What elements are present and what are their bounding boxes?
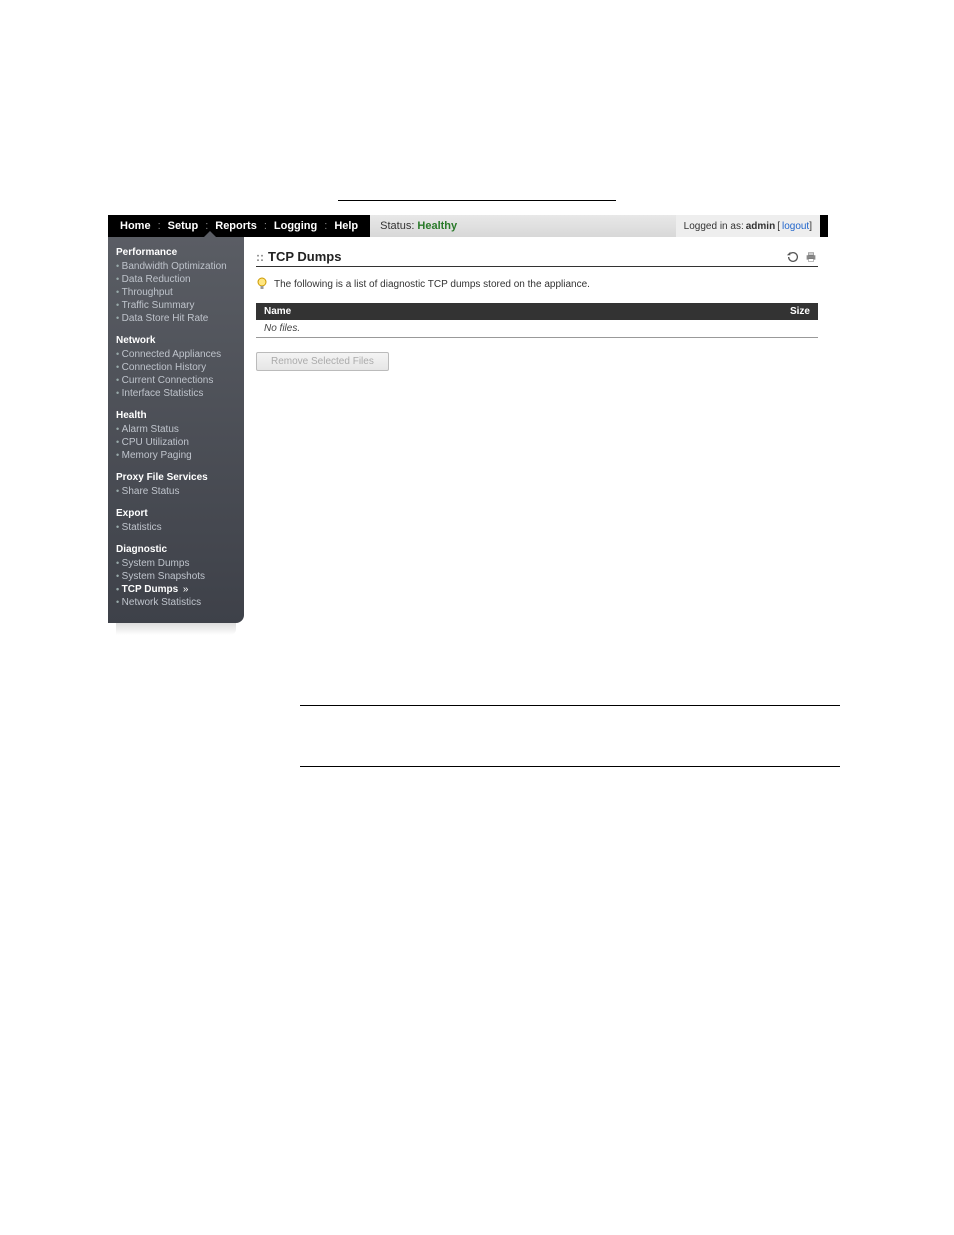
sidebar-item-network-statistics[interactable]: Network Statistics [116, 596, 236, 609]
sidebar-item-throughput[interactable]: Throughput [116, 286, 236, 299]
status-value: Healthy [417, 220, 457, 232]
nav-sep: : [261, 220, 270, 232]
sidebar-item-alarm-status[interactable]: Alarm Status [116, 423, 236, 436]
sidebar-item-current-connections[interactable]: Current Connections [116, 374, 236, 387]
sidebar-item-interface-statistics[interactable]: Interface Statistics [116, 387, 236, 400]
sidebar-section-network: Network [116, 335, 236, 346]
table-header-size[interactable]: Size [563, 303, 818, 320]
main-content: :: TCP Dumps The follo [244, 237, 828, 635]
sidebar-item-system-dumps[interactable]: System Dumps [116, 557, 236, 570]
nav-setup[interactable]: Setup [164, 220, 203, 232]
hint-row: The following is a list of diagnostic TC… [256, 277, 818, 291]
lower-divider-1 [300, 705, 840, 706]
status-bar: Status: Healthy [370, 215, 676, 237]
refresh-icon[interactable] [786, 250, 800, 264]
sidebar-item-connection-history[interactable]: Connection History [116, 361, 236, 374]
login-status: Logged in as: admin [logout] [676, 215, 820, 237]
status-label: Status: [380, 220, 414, 232]
logout-link[interactable]: logout [782, 221, 809, 232]
dump-files-table: Name Size No files. [256, 303, 818, 338]
page-title-row: :: TCP Dumps [256, 249, 818, 267]
lower-divider-2 [300, 766, 840, 767]
login-prefix: Logged in as: [684, 221, 744, 232]
page-title: TCP Dumps [268, 249, 341, 264]
sidebar-item-memory-paging[interactable]: Memory Paging [116, 449, 236, 462]
nav-sep: : [155, 220, 164, 232]
sidebar-shadow [116, 623, 236, 635]
sidebar-item-share-status[interactable]: Share Status [116, 485, 236, 498]
sidebar-item-data-reduction[interactable]: Data Reduction [116, 273, 236, 286]
active-indicator-icon: » [180, 584, 188, 595]
page-title-prefix: :: [256, 250, 264, 264]
sidebar-item-bandwidth-optimization[interactable]: Bandwidth Optimization [116, 260, 236, 273]
remove-selected-files-button: Remove Selected Files [256, 352, 389, 371]
print-icon[interactable] [804, 250, 818, 264]
sidebar-section-export: Export [116, 508, 236, 519]
hint-text: The following is a list of diagnostic TC… [274, 279, 590, 290]
sidebar-section-health: Health [116, 410, 236, 421]
top-divider [338, 200, 616, 201]
sidebar-section-performance: Performance [116, 247, 236, 258]
sidebar-item-data-store-hit-rate[interactable]: Data Store Hit Rate [116, 312, 236, 325]
sidebar-item-system-snapshots[interactable]: System Snapshots [116, 570, 236, 583]
sidebar-section-diagnostic: Diagnostic [116, 544, 236, 555]
nav-home[interactable]: Home [116, 220, 155, 232]
sidebar-section-proxy-file-services: Proxy File Services [116, 472, 236, 483]
lightbulb-icon [256, 277, 268, 291]
nav-reports[interactable]: Reports [211, 220, 261, 232]
sidebar-item-traffic-summary[interactable]: Traffic Summary [116, 299, 236, 312]
nav-logging[interactable]: Logging [270, 220, 321, 232]
nav-sep: : [321, 220, 330, 232]
sidebar-item-cpu-utilization[interactable]: CPU Utilization [116, 436, 236, 449]
sidebar-item-connected-appliances[interactable]: Connected Appliances [116, 348, 236, 361]
login-user: admin [746, 221, 775, 232]
table-header-name[interactable]: Name [256, 303, 563, 320]
table-empty-message: No files. [256, 320, 818, 338]
sidebar-item-statistics[interactable]: Statistics [116, 521, 236, 534]
sidebar: Performance Bandwidth Optimization Data … [108, 237, 244, 623]
sidebar-item-tcp-dumps[interactable]: TCP Dumps » [116, 583, 236, 596]
table-row-empty: No files. [256, 320, 818, 338]
top-navbar: Home : Setup : Reports : Logging : Help … [108, 215, 828, 237]
nav-help[interactable]: Help [330, 220, 362, 232]
